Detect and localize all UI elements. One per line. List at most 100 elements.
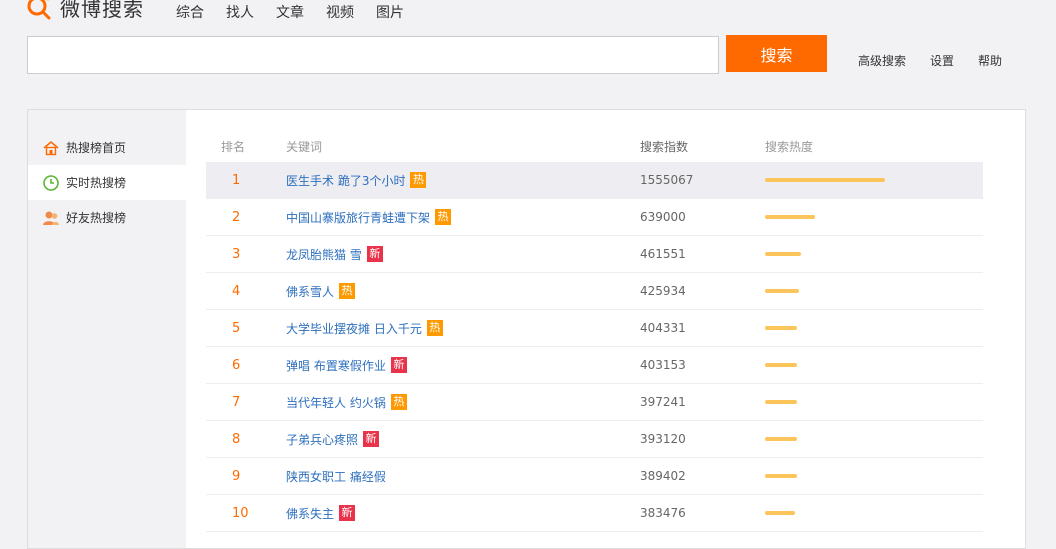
heat-cell (765, 289, 965, 293)
table-row[interactable]: 7 当代年轻人 约火锅热 397241 (206, 384, 983, 421)
keyword-cell: 佛系失主新 (286, 505, 640, 522)
heat-bar (765, 363, 797, 367)
keyword-cell: 龙凤胎熊猫 雪新 (286, 246, 640, 263)
rank-number: 4 (232, 283, 241, 299)
search-index-value: 1555067 (640, 173, 694, 187)
table-row[interactable]: 4 佛系雪人热 425934 (206, 273, 983, 310)
heat-cell (765, 178, 965, 182)
heat-cell (765, 437, 965, 441)
sidebar-item-hot-home[interactable]: 热搜榜首页 (28, 130, 186, 165)
rank-number: 9 (232, 468, 241, 484)
sidebar-item-label: 实时热搜榜 (66, 176, 127, 190)
hot-badge: 热 (390, 394, 407, 410)
heat-bar (765, 400, 797, 404)
table-row[interactable]: 2 中国山寨版旅行青蛙遭下架热 639000 (206, 199, 983, 236)
logo-text: 微博搜索 (60, 0, 144, 21)
heat-cell (765, 252, 965, 256)
table-row[interactable]: 8 子弟兵心疼照新 393120 (206, 421, 983, 458)
settings-link[interactable]: 设置 (930, 52, 954, 69)
keyword-link[interactable]: 龙凤胎熊猫 雪 (286, 246, 362, 263)
keyword-cell: 佛系雪人热 (286, 283, 640, 300)
keyword-cell: 医生手术 跪了3个小时热 (286, 172, 640, 189)
search-index-value: 383476 (640, 506, 686, 520)
nav-item-videos[interactable]: 视频 (326, 2, 354, 22)
heat-bar (765, 326, 797, 330)
keyword-link[interactable]: 弹唱 布置寒假作业 (286, 357, 386, 374)
weibo-search-logo[interactable]: 微博搜索 (26, 0, 144, 22)
heat-bar (765, 178, 885, 182)
rank-number: 6 (232, 357, 241, 373)
new-badge: 新 (363, 431, 380, 447)
keyword-cell: 弹唱 布置寒假作业新 (286, 357, 640, 374)
new-badge: 新 (366, 246, 383, 262)
header-heat: 搜索热度 (765, 139, 814, 154)
keyword-link[interactable]: 中国山寨版旅行青蛙遭下架 (286, 209, 430, 226)
rank-number: 7 (232, 394, 241, 410)
keyword-cell: 当代年轻人 约火锅热 (286, 394, 640, 411)
hot-badge: 热 (435, 209, 452, 225)
search-button[interactable]: 搜索 (726, 35, 827, 72)
table-row[interactable]: 9 陕西女职工 痛经假 389402 (206, 458, 983, 495)
home-icon (42, 139, 60, 157)
keyword-link[interactable]: 陕西女职工 痛经假 (286, 468, 386, 485)
rank-number: 5 (232, 320, 241, 336)
rank-number: 2 (232, 209, 241, 225)
heat-cell (765, 400, 965, 404)
search-logo-icon (26, 0, 54, 21)
keyword-cell: 子弟兵心疼照新 (286, 431, 640, 448)
table-row[interactable]: 10 佛系失主新 383476 (206, 495, 983, 532)
table-row[interactable]: 3 龙凤胎熊猫 雪新 461551 (206, 236, 983, 273)
search-index-value: 425934 (640, 284, 686, 298)
rank-number: 8 (232, 431, 241, 447)
keyword-link[interactable]: 佛系雪人 (286, 283, 334, 300)
heat-bar (765, 511, 795, 515)
header-index: 搜索指数 (640, 139, 689, 154)
hot-badge: 热 (339, 283, 356, 299)
hot-badge: 热 (410, 172, 427, 188)
new-badge: 新 (339, 505, 356, 521)
heat-bar (765, 474, 797, 478)
table-row[interactable]: 6 弹唱 布置寒假作业新 403153 (206, 347, 983, 384)
sidebar-item-label: 热搜榜首页 (66, 141, 127, 155)
keyword-cell: 中国山寨版旅行青蛙遭下架热 (286, 209, 640, 226)
keyword-cell: 陕西女职工 痛经假 (286, 468, 640, 485)
table-row[interactable]: 5 大学毕业摆夜摊 日入千元热 404331 (206, 310, 983, 347)
header-links: 高级搜索 设置 帮助 (858, 52, 1002, 69)
sidebar-item-realtime[interactable]: 实时热搜榜 (28, 165, 186, 200)
heat-cell (765, 326, 965, 330)
keyword-cell: 大学毕业摆夜摊 日入千元热 (286, 320, 640, 337)
nav-item-all[interactable]: 综合 (176, 2, 204, 22)
heat-bar (765, 215, 815, 219)
header-rank: 排名 (221, 139, 246, 154)
table-row[interactable]: 1 医生手术 跪了3个小时热 1555067 (206, 162, 983, 199)
nav-item-articles[interactable]: 文章 (276, 2, 304, 22)
sidebar-item-friends[interactable]: 好友热搜榜 (28, 200, 186, 235)
keyword-link[interactable]: 医生手术 跪了3个小时 (286, 172, 405, 189)
search-index-value: 397241 (640, 395, 686, 409)
nav-item-images[interactable]: 图片 (376, 2, 404, 22)
help-link[interactable]: 帮助 (978, 52, 1002, 69)
heat-cell (765, 474, 965, 478)
advanced-search-link[interactable]: 高级搜索 (858, 52, 906, 69)
search-index-value: 393120 (640, 432, 686, 446)
rank-number: 3 (232, 246, 241, 262)
hot-search-table: 排名 关键词 搜索指数 搜索热度 1 医生手术 跪了3个小时热 1555067 2 中国… (206, 130, 983, 532)
heat-cell (765, 363, 965, 367)
search-type-nav: 综合 找人 文章 视频 图片 (176, 2, 404, 22)
keyword-link[interactable]: 佛系失主 (286, 505, 334, 522)
keyword-link[interactable]: 大学毕业摆夜摊 日入千元 (286, 320, 422, 337)
nav-item-people[interactable]: 找人 (226, 2, 254, 22)
sidebar-item-label: 好友热搜榜 (66, 211, 127, 225)
clock-icon (42, 174, 60, 192)
rank-number: 1 (232, 172, 241, 188)
people-icon (42, 209, 60, 227)
search-index-value: 389402 (640, 469, 686, 483)
table-header: 排名 关键词 搜索指数 搜索热度 (206, 130, 983, 162)
keyword-link[interactable]: 子弟兵心疼照 (286, 431, 358, 448)
heat-cell (765, 511, 965, 515)
header-keyword: 关键词 (286, 139, 323, 154)
search-index-value: 403153 (640, 358, 686, 372)
keyword-link[interactable]: 当代年轻人 约火锅 (286, 394, 386, 411)
sidebar: 热搜榜首页 实时热搜榜 好友热搜榜 (28, 110, 186, 548)
search-input[interactable] (27, 36, 719, 74)
